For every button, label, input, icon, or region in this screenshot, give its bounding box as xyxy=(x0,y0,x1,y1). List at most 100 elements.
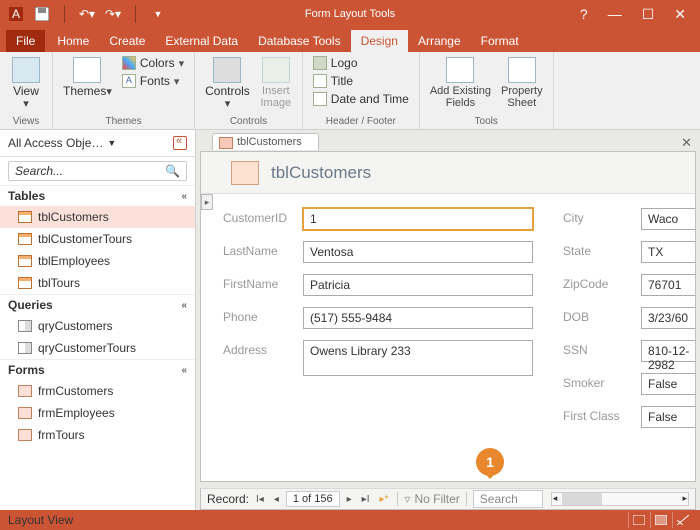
field-dob[interactable]: 3/23/60 xyxy=(641,307,696,329)
tab-database-tools[interactable]: Database Tools xyxy=(248,30,351,52)
field-state[interactable]: TX xyxy=(641,241,696,263)
add-fields-button[interactable]: Add Existing Fields xyxy=(428,55,493,111)
new-record-button[interactable]: ▸* xyxy=(376,494,391,505)
redo-icon[interactable]: ↷▾ xyxy=(105,6,121,22)
collapse-icon: « xyxy=(181,365,187,376)
group-label-header: Header / Footer xyxy=(326,116,396,127)
form-icon xyxy=(18,407,32,419)
left-column: CustomerID1 LastNameVentosa FirstNamePat… xyxy=(223,208,533,428)
window-buttons: ? — ☐ ✕ xyxy=(580,6,700,23)
document-tab[interactable]: tblCustomers xyxy=(212,133,319,150)
right-column: CityWaco StateTX ZipCode76701 DOB3/23/60… xyxy=(563,208,696,428)
property-sheet-button[interactable]: Property Sheet xyxy=(499,55,545,111)
field-lastname[interactable]: Ventosa xyxy=(303,241,533,263)
tab-external-data[interactable]: External Data xyxy=(155,30,248,52)
nav-section-queries[interactable]: Queries« xyxy=(0,294,195,315)
collapse-pane-icon[interactable] xyxy=(173,136,187,150)
help-icon[interactable]: ? xyxy=(580,6,588,23)
tab-design[interactable]: Design xyxy=(351,30,408,52)
themes-button[interactable]: Themes▾ xyxy=(61,55,114,100)
form-fields: CustomerID1 LastNameVentosa FirstNamePat… xyxy=(201,194,695,438)
view-button[interactable]: View▾ xyxy=(8,55,44,112)
form-icon xyxy=(18,429,32,441)
record-selector[interactable]: ▸ xyxy=(201,194,213,210)
no-filter-label[interactable]: No Filter xyxy=(414,492,459,506)
tab-format[interactable]: Format xyxy=(471,30,529,52)
layout-view-button[interactable] xyxy=(650,512,670,528)
logo-button[interactable]: Logo xyxy=(311,55,360,71)
tab-home[interactable]: Home xyxy=(47,30,99,52)
title-button[interactable]: Title xyxy=(311,73,355,89)
nav-search-input[interactable]: Search...🔍 xyxy=(8,161,187,181)
nav-item-tbltours[interactable]: tblTours xyxy=(0,272,195,294)
field-customerid[interactable]: 1 xyxy=(303,208,533,230)
close-document-icon[interactable]: ✕ xyxy=(681,135,692,151)
ribbon-tabs: File Home Create External Data Database … xyxy=(0,28,700,52)
field-firstname[interactable]: Patricia xyxy=(303,274,533,296)
save-icon[interactable] xyxy=(34,6,50,22)
collapse-icon: « xyxy=(181,191,187,202)
tab-file[interactable]: File xyxy=(6,30,45,52)
qat-customize-icon[interactable]: ▼ xyxy=(150,6,166,22)
prev-record-button[interactable]: ◂ xyxy=(271,494,282,505)
field-address[interactable]: Owens Library 233 xyxy=(303,340,533,376)
field-zipcode[interactable]: 76701 xyxy=(641,274,696,296)
tab-create[interactable]: Create xyxy=(99,30,155,52)
colors-button[interactable]: Colors▾ xyxy=(120,55,186,71)
close-icon[interactable]: ✕ xyxy=(674,6,686,23)
minimize-icon[interactable]: — xyxy=(608,6,622,23)
nav-item-frmtours[interactable]: frmTours xyxy=(0,424,195,446)
label-dob: DOB xyxy=(563,307,635,324)
design-view-button[interactable] xyxy=(672,512,692,528)
group-header-footer: Logo Title Date and Time Header / Footer xyxy=(303,52,420,129)
form-logo-icon xyxy=(231,161,259,185)
insert-image-button[interactable]: Insert Image xyxy=(258,55,294,111)
nav-pane-header[interactable]: All Access Obje…▼ xyxy=(0,130,195,157)
form-view-button[interactable] xyxy=(628,512,648,528)
callout-marker: 1 xyxy=(476,448,504,476)
last-record-button[interactable]: ▸I xyxy=(359,494,373,505)
query-icon xyxy=(18,320,32,332)
group-label-controls: Controls xyxy=(230,116,267,127)
label-customerid: CustomerID xyxy=(223,208,297,225)
field-smoker[interactable]: False xyxy=(641,373,696,395)
fonts-button[interactable]: AFonts▾ xyxy=(120,73,182,89)
tab-arrange[interactable]: Arrange xyxy=(408,30,471,52)
table-icon xyxy=(18,211,32,223)
controls-button[interactable]: Controls▾ xyxy=(203,55,252,112)
field-phone[interactable]: (517) 555-9484 xyxy=(303,307,533,329)
record-search-input[interactable]: Search xyxy=(473,490,543,508)
status-bar: Layout View xyxy=(0,510,700,530)
table-icon xyxy=(18,277,32,289)
nav-item-tblemployees[interactable]: tblEmployees xyxy=(0,250,195,272)
label-firstclass: First Class xyxy=(563,406,635,423)
horizontal-scrollbar[interactable]: ◂▸ xyxy=(551,492,689,506)
view-shortcuts xyxy=(628,512,692,528)
filter-icon[interactable]: ▿ xyxy=(404,492,410,506)
undo-icon[interactable]: ↶▾ xyxy=(79,6,95,22)
title-bar: A ↶▾ ↷▾ ▼ Form Layout Tools ? — ☐ ✕ xyxy=(0,0,700,28)
nav-item-qrycustomertours[interactable]: qryCustomerTours xyxy=(0,337,195,359)
nav-section-forms[interactable]: Forms« xyxy=(0,359,195,380)
field-city[interactable]: Waco xyxy=(641,208,696,230)
label-address: Address xyxy=(223,340,297,357)
first-record-button[interactable]: I◂ xyxy=(253,494,267,505)
nav-item-qrycustomers[interactable]: qryCustomers xyxy=(0,315,195,337)
field-firstclass[interactable]: False xyxy=(641,406,696,428)
group-label-themes: Themes xyxy=(105,116,141,127)
contextual-tab-label: Form Layout Tools xyxy=(293,6,407,22)
label-lastname: LastName xyxy=(223,241,297,258)
maximize-icon[interactable]: ☐ xyxy=(642,6,655,23)
nav-section-tables[interactable]: Tables« xyxy=(0,185,195,206)
next-record-button[interactable]: ▸ xyxy=(344,494,355,505)
record-position[interactable]: 1 of 156 xyxy=(286,491,340,507)
nav-item-tblcustomers[interactable]: tblCustomers xyxy=(0,206,195,228)
collapse-icon: « xyxy=(181,300,187,311)
nav-item-frmemployees[interactable]: frmEmployees xyxy=(0,402,195,424)
form-header: tblCustomers xyxy=(201,152,695,194)
nav-item-tblcustomertours[interactable]: tblCustomerTours xyxy=(0,228,195,250)
field-ssn[interactable]: 810-12-2982 xyxy=(641,340,696,362)
nav-item-frmcustomers[interactable]: frmCustomers xyxy=(0,380,195,402)
form-area: tblCustomers ✕ tblCustomers ▸ CustomerID… xyxy=(196,130,700,510)
datetime-button[interactable]: Date and Time xyxy=(311,91,411,107)
